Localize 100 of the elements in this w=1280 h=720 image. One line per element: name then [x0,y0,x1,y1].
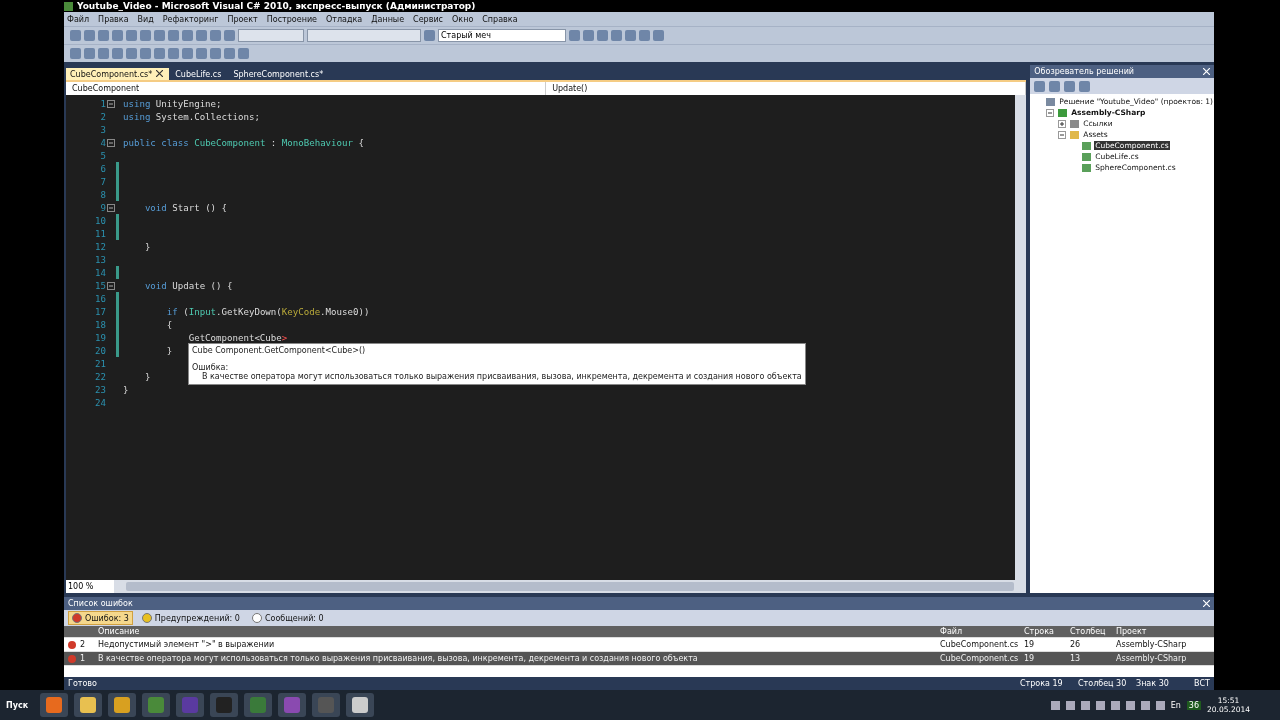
toolbar-icon[interactable] [1079,80,1091,92]
column-header[interactable]: Строка [1024,627,1070,636]
toolbar-icon[interactable] [1064,80,1076,92]
collapse-icon[interactable] [107,203,115,212]
toolbar-icon[interactable] [84,30,95,41]
start-button[interactable]: Пуск [0,700,35,710]
expander-icon[interactable] [1046,108,1055,117]
code-line: } [143,371,151,382]
language-indicator[interactable]: En [1170,700,1181,710]
toolbar-icon[interactable] [224,48,235,59]
menu-item[interactable]: Окно [452,14,474,24]
toolbar-icon[interactable] [639,30,650,41]
expander-icon[interactable] [1058,119,1067,128]
code-line: GetComponent<Cube> [187,332,288,343]
toolbar-icon[interactable] [238,48,249,59]
toolbar-icon[interactable] [126,48,137,59]
filter-toggle[interactable]: Ошибок: 3 [68,611,133,625]
line-number: 1 [99,98,106,109]
toolbar-icon[interactable] [653,30,664,41]
toolbar-icon[interactable] [84,48,95,59]
toolbar-icon[interactable] [70,30,81,41]
toolbar-icon[interactable] [168,30,179,41]
toolbar-icon[interactable] [569,30,580,41]
filter-toggle[interactable]: Сообщений: 0 [248,612,327,624]
taskbar-icon[interactable] [108,693,137,717]
toolbar-icon[interactable] [625,30,636,41]
toolbar-icon[interactable] [597,30,608,41]
config-dropdown[interactable] [238,29,304,42]
toolbar-icon[interactable] [583,30,594,41]
filter-toggle[interactable]: Предупреждений: 0 [138,612,243,624]
line-number: 19 [94,332,106,343]
taskbar-icon[interactable] [346,693,375,717]
platform-dropdown[interactable] [307,29,421,42]
menu-item[interactable]: Сервис [413,14,443,24]
close-icon[interactable] [1203,68,1210,75]
column-header[interactable]: Описание [98,627,940,636]
toolbar-icon[interactable] [112,30,123,41]
toolbar-icon[interactable] [210,48,221,59]
toolbar-icon[interactable] [182,30,193,41]
toolbar-icon[interactable] [210,30,221,41]
taskbar-icon[interactable] [40,693,69,717]
line-number: 12 [94,241,106,252]
toolbar-icon[interactable] [154,30,165,41]
document-tab[interactable]: SphereComponent.cs* [229,68,330,80]
toolbar-icon[interactable] [168,48,179,59]
column-header[interactable]: Столбец [1070,627,1116,636]
status-text: Готово [68,679,98,688]
line-number: 15 [94,280,106,291]
toolbar-icon[interactable] [224,30,235,41]
toolbar-icon[interactable] [140,48,151,59]
toolbar-icon[interactable] [196,48,207,59]
tray-badge[interactable]: 36 [1186,700,1202,710]
collapse-icon[interactable] [107,99,115,108]
line-number: 9 [99,202,106,213]
toolbar-icon[interactable] [1049,80,1061,92]
panel-title: Обозреватель решений [1034,67,1135,76]
target-dropdown[interactable]: Старый меч [438,29,566,42]
table-cell-text: 19 [1024,640,1036,649]
status-text: Строка 19 [1020,679,1064,688]
menu-item[interactable]: Проект [227,14,258,24]
close-icon[interactable] [156,70,164,79]
document-tab[interactable]: CubeLife.cs [171,68,228,80]
menu-item[interactable]: Справка [482,14,518,24]
toolbar-icon[interactable] [98,48,109,59]
document-tab[interactable]: CubeComponent.cs* [66,68,170,80]
zoom-dropdown[interactable]: 100 % [66,580,114,593]
toolbar-icon[interactable] [126,30,137,41]
status-text: ВСТ [1194,679,1210,688]
toolbar-icon[interactable] [182,48,193,59]
toolbar-icon[interactable] [424,30,435,41]
menu-item[interactable]: Правка [98,14,129,24]
scrollbar[interactable] [126,582,1015,591]
status-text: Знак 30 [1136,679,1170,688]
toolbar-icon[interactable] [611,30,622,41]
menu-item[interactable]: Построение [266,14,317,24]
menu-item[interactable]: Вид [137,14,154,24]
toolbar-icon[interactable] [196,30,207,41]
toolbar-icon[interactable] [140,30,151,41]
toolbar-icon[interactable] [112,48,123,59]
column-header[interactable]: Проект [1116,627,1206,636]
taskbar-icon[interactable] [74,693,103,717]
line-number: 16 [94,293,106,304]
toolbar-icon[interactable] [1034,80,1046,92]
menu-item[interactable]: Рефакторинг [162,14,219,24]
collapse-icon[interactable] [107,281,115,290]
expander-icon[interactable] [1058,130,1067,139]
line-number: 6 [99,163,106,174]
toolbar-icon[interactable] [98,30,109,41]
menu-item[interactable]: Данные [371,14,405,24]
line-number: 22 [94,371,106,382]
menu-item[interactable]: Отладка [326,14,363,24]
column-header[interactable]: Файл [940,627,1024,636]
collapse-icon[interactable] [107,138,115,147]
scrollbar[interactable] [1015,95,1027,580]
close-icon[interactable] [1203,600,1210,607]
toolbar-icon[interactable] [154,48,165,59]
toolbar-icon[interactable] [70,48,81,59]
code-line: } [165,345,173,356]
error-heading: Ошибка: [192,363,230,372]
menu-item[interactable]: Файл [67,14,90,24]
